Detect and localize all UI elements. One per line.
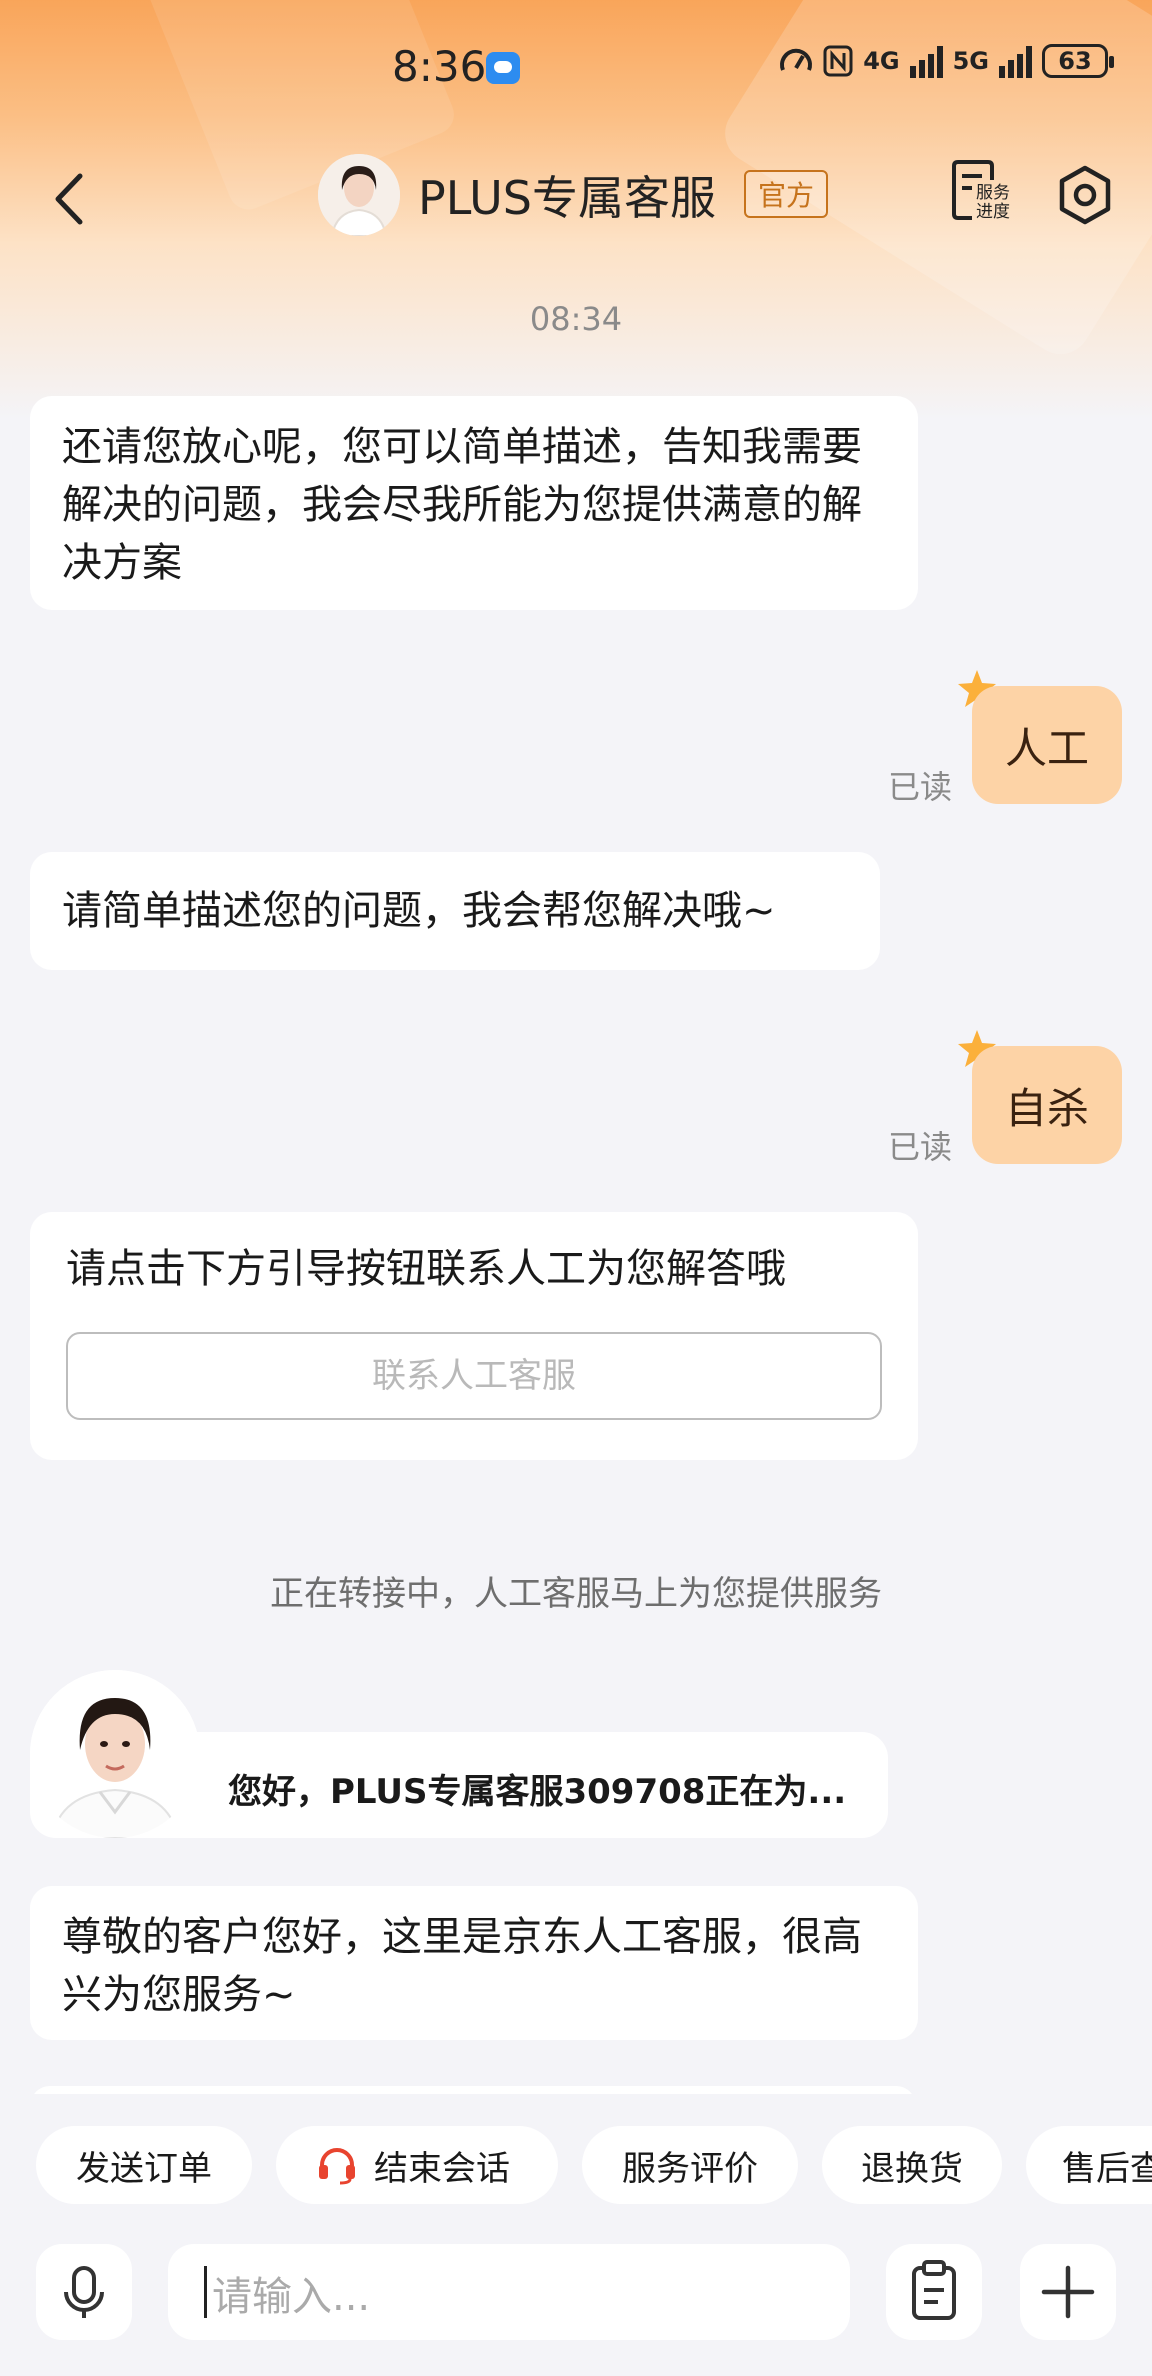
signal-icon	[909, 44, 943, 78]
nfc-icon	[823, 45, 853, 77]
more-button[interactable]	[1020, 2244, 1116, 2340]
transfer-notice: 正在转接中，人工客服马上为您提供服务	[270, 1574, 882, 1614]
network-5g-label: 5G	[952, 47, 989, 75]
clipboard-icon	[912, 2260, 956, 2320]
chip-label: 退换货	[861, 2148, 963, 2189]
chat-timestamp: 08:34	[529, 300, 623, 338]
agent-message: 还请您放心呢，您可以简单描述，告知我需要解决的问题，我会尽我所能为您提供满意的解…	[30, 396, 918, 610]
after-sales-chip[interactable]: 售后查	[1026, 2126, 1152, 2204]
message-text: 自杀	[1004, 1083, 1089, 1133]
return-exchange-chip[interactable]: 退换货	[822, 2126, 1002, 2204]
chat-title: PLUS专属客服	[418, 171, 716, 225]
user-message: 人工	[972, 686, 1122, 804]
agent-message: 请简单描述您的问题，我会帮您解决哦~	[30, 852, 880, 970]
agent-avatar	[318, 154, 400, 236]
chip-label: 发送订单	[76, 2148, 212, 2189]
input-bar: 请输入...	[0, 2218, 1152, 2376]
text-caret	[204, 2266, 207, 2318]
chip-label: 结束会话	[374, 2148, 510, 2189]
status-icons: 4G 5G 63	[779, 44, 1114, 78]
battery-level: 63	[1058, 47, 1092, 75]
signal-icon	[999, 44, 1032, 78]
chip-label: 服务评价	[622, 2148, 758, 2189]
message-input[interactable]: 请输入...	[168, 2244, 975, 2340]
official-badge: 官方	[744, 170, 829, 218]
clipboard-button[interactable]	[886, 2244, 982, 2340]
settings-button[interactable]	[1054, 162, 1116, 230]
agent-greeting-text: 您好，PLUS专属客服309708正在为...	[228, 1772, 847, 1812]
input-placeholder: 请输入...	[212, 2274, 371, 2320]
message-text: 请简单描述您的问题，我会帮您解决哦~	[62, 888, 776, 934]
service-progress-label: 服务进度	[976, 183, 1010, 222]
agent-message: 尊敬的客户您好，这里是京东人工客服，很高兴为您服务~	[30, 1886, 918, 2040]
settings-icon	[1059, 165, 1111, 225]
speed-icon	[780, 48, 813, 71]
chip-label: 售后查	[1062, 2148, 1152, 2189]
message-text: 人工	[1004, 723, 1089, 773]
contact-human-agent-button[interactable]: 联系人工客服	[66, 1332, 882, 1420]
back-button[interactable]	[44, 164, 104, 234]
user-message: 自杀	[972, 1046, 1122, 1164]
battery-icon: 63	[1042, 44, 1114, 78]
status-bar: 8:36 4G 5G 63	[0, 0, 1152, 130]
agent-guide-card: 请点击下方引导按钮联系人工为您解答哦 联系人工客服	[30, 1212, 918, 1460]
service-rating-chip[interactable]: 服务评价	[582, 2126, 798, 2204]
quick-actions-bar: 发送订单 结束会话 服务评价 退换货 售后查	[0, 2094, 1152, 2218]
message-notification-icon	[486, 52, 520, 84]
agent-avatar-large	[30, 1670, 200, 1838]
message-text: 尊敬的客户您好，这里是京东人工客服，很高兴为您服务~	[62, 1914, 862, 2018]
service-progress-button[interactable]: 服务进度	[948, 158, 1018, 232]
message-text: 请点击下方引导按钮联系人工为您解答哦	[66, 1246, 786, 1292]
mic-icon	[64, 2266, 104, 2318]
headset-icon	[319, 2148, 355, 2185]
read-status: 已读	[888, 768, 953, 806]
voice-input-button[interactable]	[36, 2244, 132, 2340]
message-text: 还请您放心呢，您可以简单描述，告知我需要解决的问题，我会尽我所能为您提供满意的解…	[62, 424, 862, 586]
status-time: 8:36	[392, 42, 487, 91]
back-icon	[55, 173, 83, 225]
read-status: 已读	[888, 1128, 953, 1166]
end-session-chip[interactable]: 结束会话	[276, 2126, 558, 2204]
send-order-chip[interactable]: 发送订单	[36, 2126, 252, 2204]
plus-icon	[1041, 2265, 1095, 2319]
chat-header: PLUS专属客服 官方 服务进度	[0, 140, 1152, 250]
network-4g-label: 4G	[863, 47, 900, 75]
